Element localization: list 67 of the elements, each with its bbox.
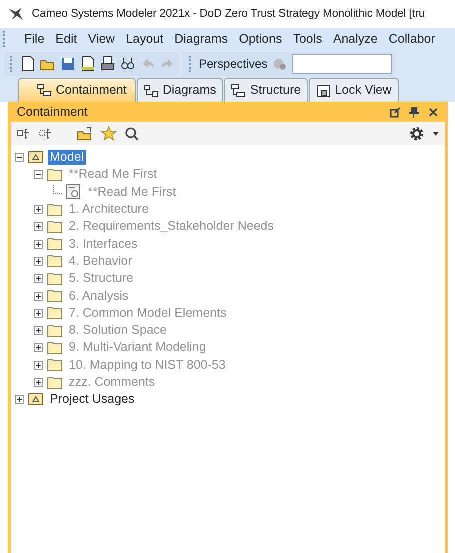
tab[interactable]: Diagrams <box>136 78 224 102</box>
star-icon[interactable] <box>101 126 117 141</box>
expand-tree-icon[interactable] <box>39 126 53 140</box>
menu-item[interactable]: Edit <box>50 30 83 48</box>
tree-item[interactable]: Model <box>48 150 86 166</box>
app-logo-icon <box>8 7 24 21</box>
expander-plus-icon[interactable] <box>34 274 43 284</box>
menu-item[interactable]: File <box>19 30 50 48</box>
expander-plus-icon[interactable] <box>34 378 43 387</box>
expander-plus-icon[interactable] <box>34 240 43 249</box>
menu-item[interactable]: Diagrams <box>169 30 234 48</box>
restore-icon[interactable] <box>390 106 401 118</box>
expander-plus-icon[interactable] <box>34 343 43 352</box>
lock-icon <box>316 84 332 98</box>
menu-item[interactable]: Analyze <box>328 30 384 48</box>
expander-plus-icon[interactable] <box>34 360 43 370</box>
folder-icon <box>47 305 63 322</box>
package-icon <box>28 392 44 408</box>
expander-plus-icon[interactable] <box>34 326 43 336</box>
tab[interactable]: Containment <box>18 78 136 102</box>
expander-minus-icon[interactable] <box>15 153 24 162</box>
tree-item[interactable]: Project Usages <box>48 392 137 408</box>
folder-icon <box>47 374 63 390</box>
menu-item[interactable]: Collabor <box>383 30 441 48</box>
menu-item[interactable]: Options <box>234 30 288 48</box>
menu-item[interactable]: Layout <box>120 30 170 48</box>
collapse-tree-icon[interactable] <box>17 126 31 140</box>
containment-icon <box>37 84 52 98</box>
pin-icon[interactable] <box>409 106 420 118</box>
save-icon[interactable] <box>60 56 76 72</box>
folder-icon <box>47 236 63 252</box>
tab[interactable]: Structure <box>224 78 308 102</box>
folder-icon <box>47 202 63 218</box>
folder-icon <box>47 166 63 183</box>
window-title: Cameo Systems Modeler 2021x - DoD Zero Trust Strategy Monolithic Model [tru <box>32 6 426 22</box>
folder-icon <box>47 340 63 356</box>
menu-item[interactable]: Tools <box>288 30 328 48</box>
print-preview-icon[interactable] <box>80 56 96 72</box>
caret-icon[interactable] <box>433 132 439 136</box>
diagrams-icon <box>144 84 159 98</box>
close-icon[interactable] <box>428 106 439 118</box>
binoculars-icon[interactable] <box>120 56 136 72</box>
structure-icon <box>231 84 246 98</box>
expander-plus-icon[interactable] <box>34 205 43 214</box>
folder-icon <box>47 357 63 374</box>
folder-icon <box>47 270 63 287</box>
expander-plus-icon[interactable] <box>34 292 43 301</box>
tab[interactable]: Lock View <box>309 78 399 102</box>
print-icon[interactable] <box>100 56 116 72</box>
open-folder-icon[interactable] <box>77 126 93 140</box>
expander-minus-icon[interactable] <box>34 170 43 180</box>
menu-item[interactable]: View <box>82 30 121 48</box>
package-icon <box>28 150 44 166</box>
folder-icon <box>47 322 63 339</box>
expander-plus-icon[interactable] <box>34 222 43 232</box>
panel-title: Containment <box>17 104 89 121</box>
folder-icon <box>47 288 63 304</box>
expander-plus-icon[interactable] <box>15 395 24 404</box>
settings-icon[interactable] <box>409 126 425 142</box>
folder-icon <box>47 218 63 235</box>
search-field[interactable] <box>292 54 392 74</box>
expander-plus-icon[interactable] <box>34 308 43 318</box>
diagram-icon <box>66 184 82 200</box>
new-file-icon[interactable] <box>20 56 36 72</box>
search-icon[interactable] <box>125 126 139 140</box>
expander-plus-icon[interactable] <box>34 256 43 266</box>
folder-icon <box>47 253 63 270</box>
